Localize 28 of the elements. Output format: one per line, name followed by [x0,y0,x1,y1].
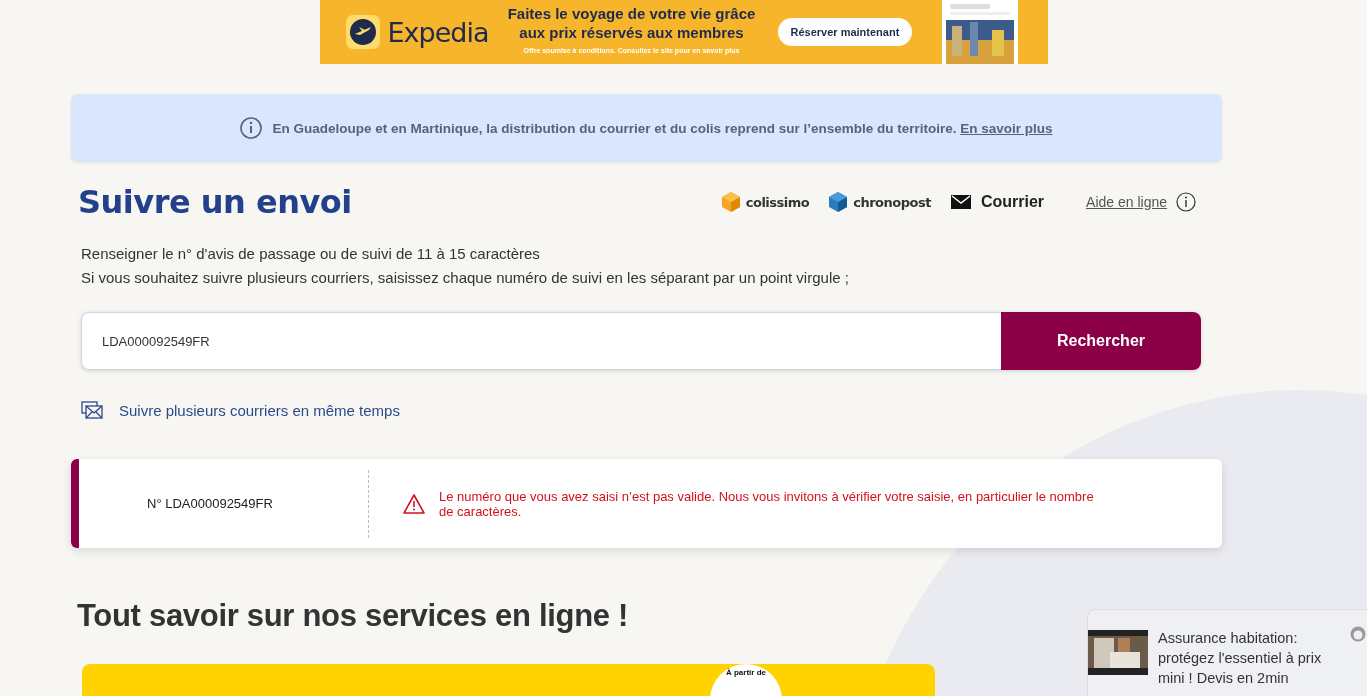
error-message: Le numéro que vous avez saisi n’est pas valide. Nous vous invitons à vérifier votre saisie, en particulier le nombre de caractères. [439,488,1095,519]
box-icon [721,192,740,212]
brand-label: chronopost [853,194,931,210]
page-title: Suivre un envoi [78,183,352,221]
envelopes-icon [81,401,103,419]
ad-button[interactable]: Réserver maintenant [777,18,913,46]
brand-label: Courrier [980,193,1045,211]
search-button[interactable]: Rechercher [1001,312,1201,370]
brand-label: colissimo [745,194,810,210]
warning-icon [403,493,425,514]
brand-name: Expedia [387,16,489,48]
ad-text: Assurance habitation: protégez l'essentiel à prix mini ! Devis en 2min [1158,629,1323,688]
instruction-text: Si vous souhaitez suivre plusieurs courriers, saisissez chaque numéro de suivi en les séparant par un point virgule ; [81,268,850,288]
section-title: Tout savoir sur nos services en ligne ! [77,598,630,634]
info-icon [240,117,263,139]
tracking-input[interactable]: LDA000092549FR [81,312,1001,370]
instruction-text: Renseigner le n° d'avis de passage ou de suivi de 11 à 15 caractères [81,244,541,264]
plane-icon [345,15,380,49]
info-icon [1176,192,1196,212]
ad-headline: Faites le voyage de votre vie grâce aux prix réservés aux membres [506,4,757,42]
badge-text: À partir de [726,668,766,679]
multi-tracking-link[interactable]: Suivre plusieurs courriers en même temps [119,401,400,419]
help-link[interactable]: Aide en ligne [1086,194,1167,210]
learn-more-link[interactable]: En savoir plus [960,120,1053,136]
envelope-icon [950,195,971,209]
box-icon [829,192,848,212]
tracking-number: N° LDA000092549FR [146,496,274,511]
notice-text: En Guadeloupe et en Martinique, la distribution du courrier et du colis reprend sur l’ensemble du territoire. En savoir plus [272,120,1053,136]
